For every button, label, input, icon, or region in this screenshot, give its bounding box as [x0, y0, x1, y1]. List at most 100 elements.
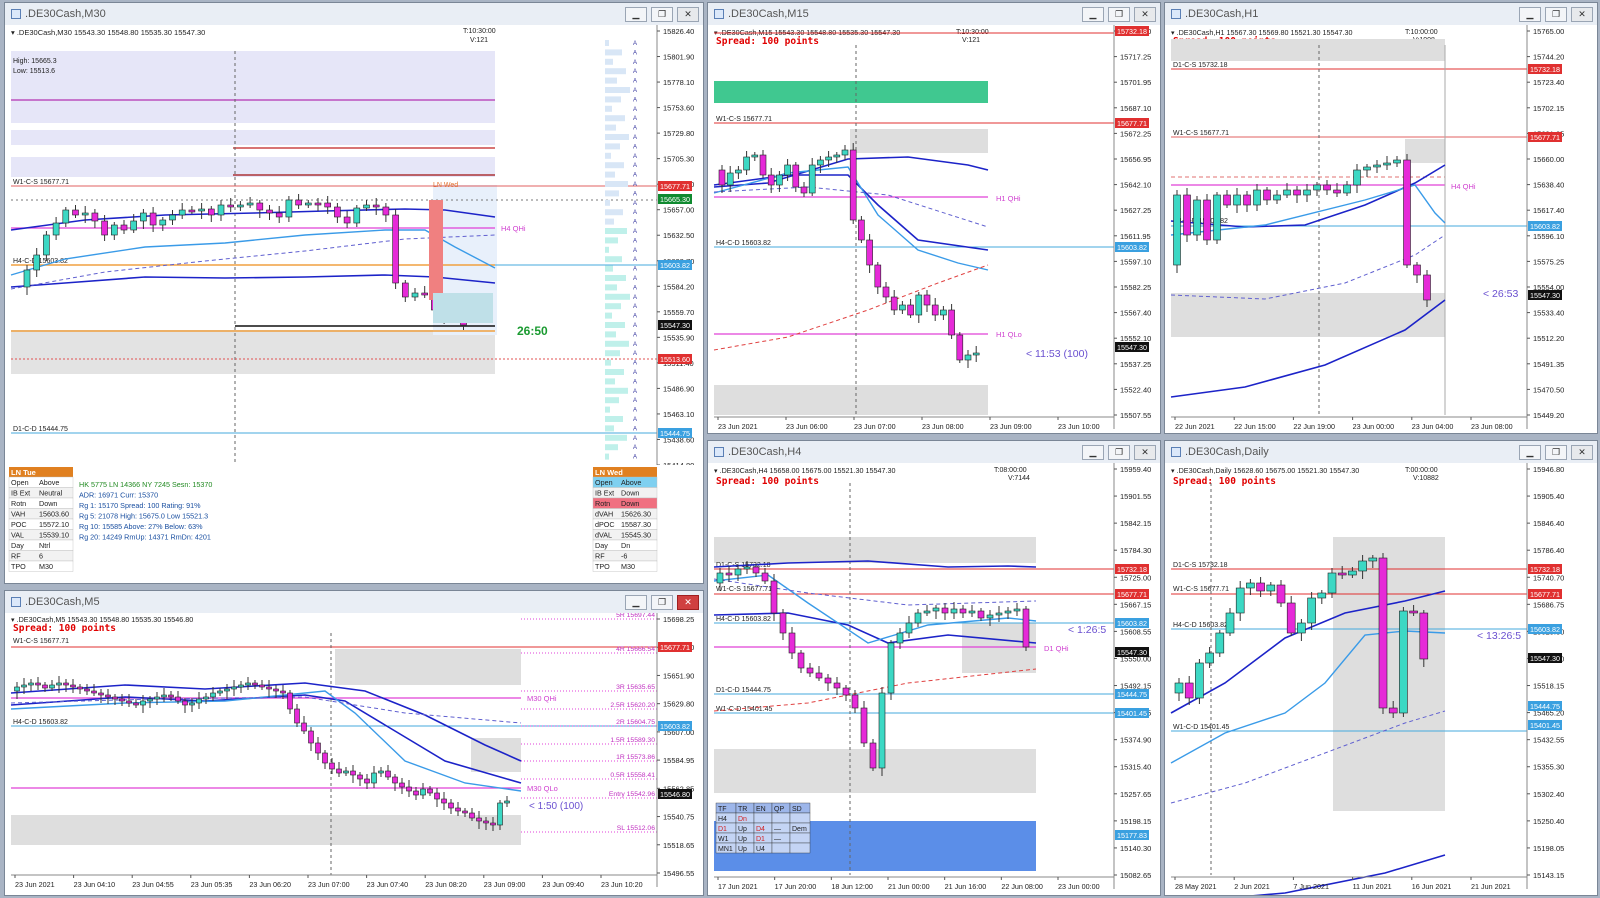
minimize-button[interactable]: ▁: [1082, 444, 1104, 460]
maximize-button[interactable]: ❐: [651, 6, 673, 22]
minimize-button[interactable]: ▁: [625, 6, 647, 22]
tpo-profile-bar: [605, 228, 627, 234]
ln-table-value: 15572.10: [39, 520, 69, 529]
ln-table-value: Neutral: [39, 489, 63, 498]
chart-window-m5[interactable]: .DE30Cash,M5 ▁ ❐ ✕ ▾ .DE30Cash,M5 15543.…: [4, 590, 704, 896]
h1-chart[interactable]: ▾ .DE30Cash,H1 15567.30 15569.80 15521.3…: [1165, 25, 1597, 433]
pivot-label: 0.5R 15558.41: [610, 772, 655, 779]
pivot-label: 5R 15697.44: [616, 613, 655, 619]
close-button[interactable]: ✕: [1134, 444, 1156, 460]
candle: [1333, 189, 1341, 194]
tpo-profile-bar: [605, 303, 621, 310]
candle: [413, 790, 419, 796]
candle: [168, 694, 174, 698]
price-tag-label: 15603.82: [660, 722, 690, 731]
chart-window-h4[interactable]: .DE30Cash,H4 ▁ ❐ ✕ ▾ .DE30Cash,H4 15658.…: [707, 440, 1161, 896]
blue-zone: [11, 157, 495, 177]
minimize-button[interactable]: ▁: [1082, 6, 1104, 22]
h4-level-label: H4-C-D 15603.82: [716, 616, 771, 623]
h4-chart[interactable]: ▾ .DE30Cash,H4 15658.00 15675.00 15521.3…: [708, 463, 1160, 895]
tpo-profile-bar: [605, 49, 622, 56]
price-tick-label: 15198.15: [1120, 817, 1151, 826]
m30-chart[interactable]: ▾ .DE30Cash,M30 15543.30 15548.80 15535.…: [5, 25, 703, 583]
chart-window-m15[interactable]: .DE30Cash,M15 ▁ ❐ ✕ ▾ .DE30Cash,M15 1554…: [707, 2, 1161, 434]
title-bar[interactable]: .DE30Cash,M5 ▁ ❐ ✕: [5, 591, 703, 614]
candle: [743, 156, 750, 171]
maximize-button[interactable]: ❐: [1108, 444, 1130, 460]
maximize-button[interactable]: ❐: [1545, 6, 1567, 22]
h4-level-label: H4-C-D 15603.82: [716, 240, 771, 247]
candle: [882, 286, 890, 298]
time-tick-label: 22 Jun 19:00: [1293, 422, 1335, 431]
candle: [964, 354, 972, 361]
candle: [237, 204, 244, 208]
m30-qhi-label: M30 QHi: [527, 694, 557, 703]
close-button[interactable]: ✕: [1571, 6, 1593, 22]
close-button[interactable]: ✕: [677, 6, 699, 22]
tf-table-value: D1: [756, 836, 765, 843]
tpo-profile-bar: [605, 143, 620, 150]
price-tick-label: 15656.95: [1120, 155, 1151, 164]
candle: [1409, 610, 1418, 614]
candle: [986, 614, 994, 619]
maximize-button[interactable]: ❐: [651, 594, 673, 610]
chart-window-icon: [714, 9, 724, 19]
price-tick-label: 15582.25: [1120, 283, 1151, 292]
tpo-letter: A: [633, 201, 637, 207]
minimize-button[interactable]: ▁: [1519, 6, 1541, 22]
candle: [169, 214, 176, 221]
title-bar[interactable]: .DE30Cash,H1 ▁ ❐ ✕: [1165, 3, 1597, 26]
session-high-label: High: 15665.3: [13, 58, 57, 65]
candle: [343, 770, 349, 774]
tf-table-head-cell: TR: [738, 806, 747, 813]
candle: [1383, 162, 1391, 166]
price-tag-label: 15444.75: [660, 429, 690, 438]
tf-table-cell: [753, 812, 773, 824]
minimize-button[interactable]: ▁: [625, 594, 647, 610]
tf-table-value: Dn: [738, 816, 747, 823]
candle: [1419, 612, 1429, 660]
wed-table-header: LN Wed: [595, 468, 623, 477]
chart-window-h1[interactable]: .DE30Cash,H1 ▁ ❐ ✕ ▾ .DE30Cash,H1 15567.…: [1164, 2, 1598, 434]
close-button[interactable]: ✕: [1134, 6, 1156, 22]
chart-window-m30[interactable]: .DE30Cash,M30 ▁ ❐ ✕ ▾ .DE30Cash,M30 1554…: [4, 2, 704, 584]
bar-volume-label: V:121: [470, 37, 488, 44]
price-tick-label: 15778.10: [663, 78, 694, 87]
minimize-button[interactable]: ▁: [1519, 444, 1541, 460]
maximize-button[interactable]: ❐: [1545, 444, 1567, 460]
candle: [1297, 622, 1306, 634]
candle: [907, 304, 914, 316]
time-tick-label: 21 Jun 16:00: [945, 882, 987, 891]
title-bar[interactable]: .DE30Cash,M30 ▁ ❐ ✕: [5, 3, 703, 26]
title-bar[interactable]: .DE30Cash,M15 ▁ ❐ ✕: [708, 3, 1160, 26]
tpo-letter: A: [633, 304, 637, 310]
candle: [490, 822, 496, 826]
candle: [1286, 602, 1296, 634]
candle: [217, 690, 223, 694]
title-bar[interactable]: .DE30Cash,H4 ▁ ❐ ✕: [708, 441, 1160, 464]
candle: [1293, 189, 1301, 196]
price-tick-label: 15463.10: [663, 410, 694, 419]
price-tag-label: 15603.82: [1530, 222, 1560, 231]
chart-window-daily[interactable]: .DE30Cash,Daily ▁ ❐ ✕ ▾ .DE30Cash,Daily …: [1164, 440, 1598, 896]
price-tag-label: 15547.30: [1530, 654, 1560, 663]
maximize-button[interactable]: ❐: [1108, 6, 1130, 22]
tpo-profile-bar: [605, 359, 611, 366]
wed-table-label: IB Ext: [595, 489, 614, 498]
close-button[interactable]: ✕: [677, 594, 699, 610]
candle: [357, 774, 363, 780]
chart-window-icon: [1171, 447, 1181, 457]
price-tag-label: 15177.83: [1117, 831, 1147, 840]
candle: [1363, 166, 1371, 171]
tf-table-value: —: [774, 836, 781, 843]
tpo-letter: A: [633, 210, 637, 216]
daily-chart[interactable]: ▾ .DE30Cash,Daily 15628.60 15675.00 1552…: [1165, 463, 1597, 895]
title-bar[interactable]: .DE30Cash,Daily ▁ ❐ ✕: [1165, 441, 1597, 464]
tpo-profile-bar: [605, 40, 609, 46]
m15-chart[interactable]: ▾ .DE30Cash,M15 15543.30 15548.80 15535.…: [708, 25, 1160, 433]
candle: [914, 612, 922, 624]
m5-chart[interactable]: ▾ .DE30Cash,M5 15543.30 15548.80 15535.3…: [5, 613, 703, 895]
close-button[interactable]: ✕: [1571, 444, 1593, 460]
demand-zone: [11, 815, 521, 845]
price-tag-label: 15677.71: [660, 643, 690, 652]
